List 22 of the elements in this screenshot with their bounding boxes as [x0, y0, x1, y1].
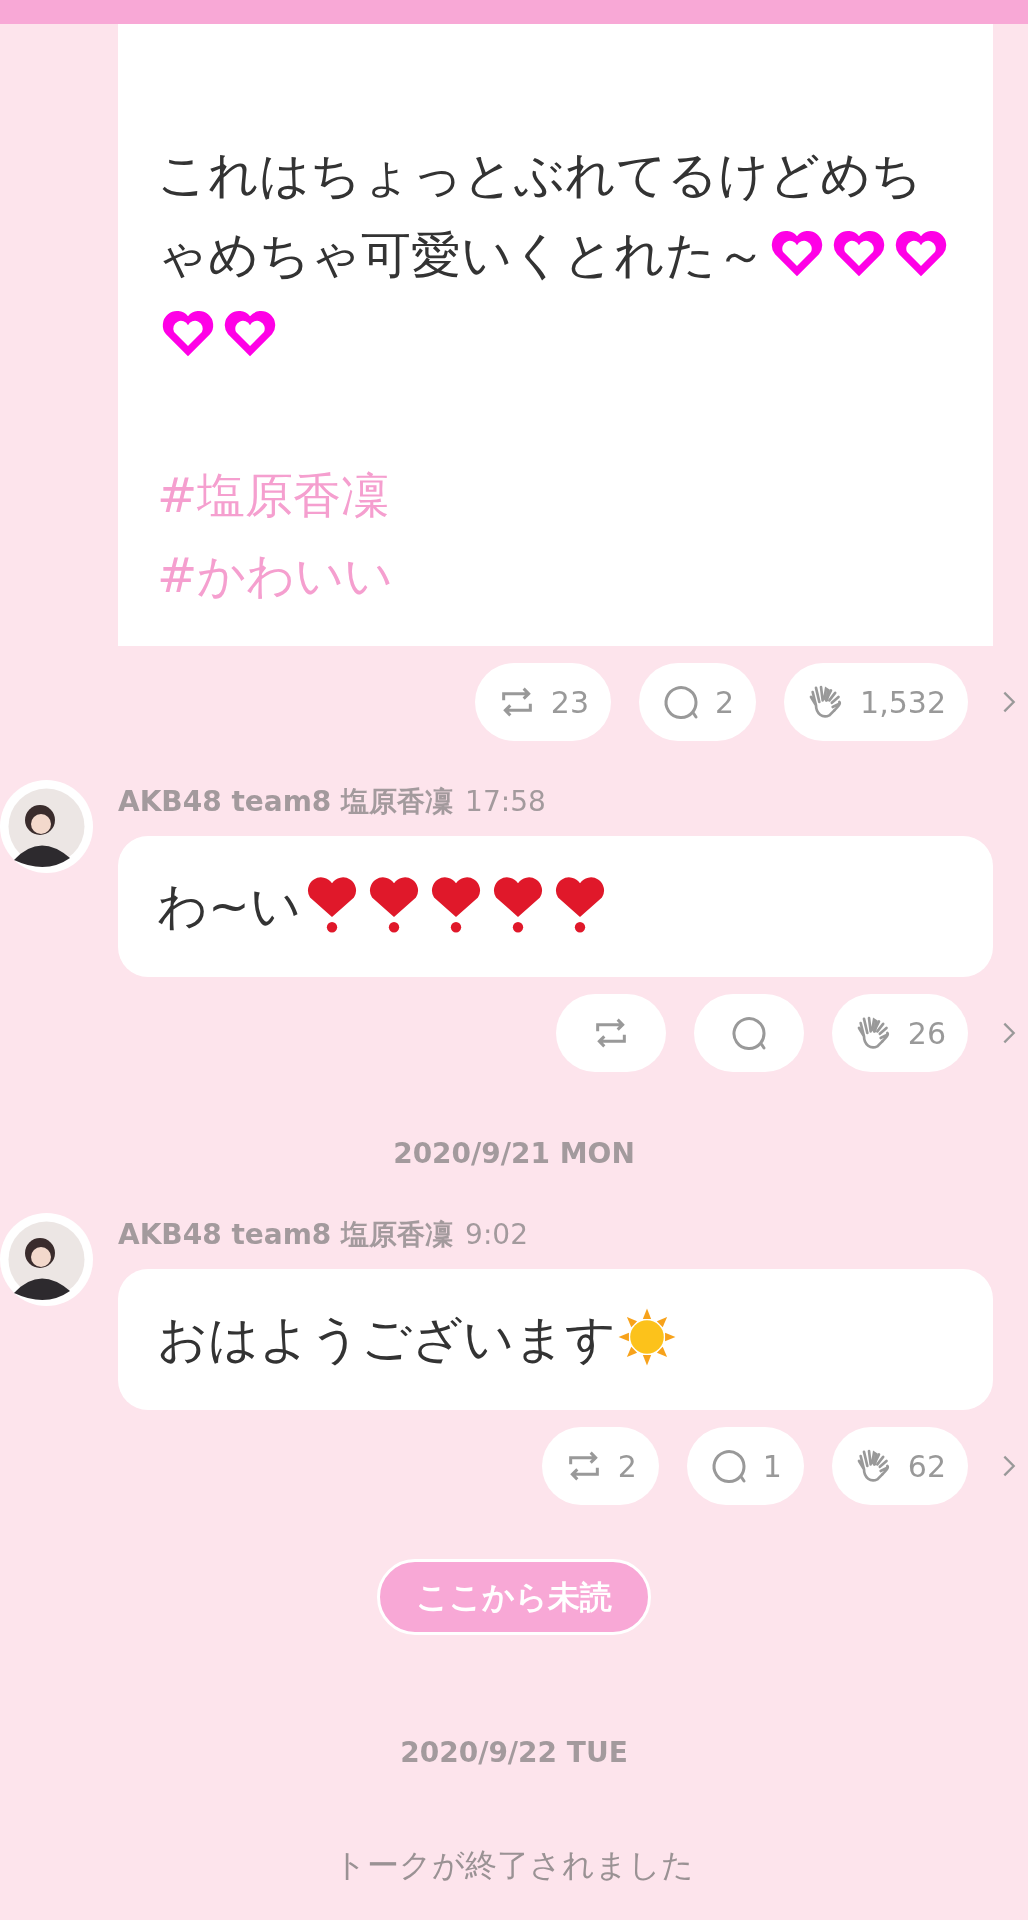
- hashtag-link[interactable]: #かわいい: [157, 535, 394, 615]
- hashtag-link[interactable]: #塩原香凜: [157, 455, 390, 535]
- message-text: わ~い: [157, 866, 954, 946]
- comment-button[interactable]: 1: [686, 1427, 804, 1505]
- repost-button[interactable]: 23: [474, 663, 611, 741]
- timestamp: 9:02: [465, 1218, 528, 1252]
- unread-marker: ここから未読: [377, 1559, 651, 1635]
- date-separator: 2020/9/21 MON: [392, 1136, 636, 1172]
- comment-button[interactable]: 2: [639, 663, 757, 741]
- repost-button[interactable]: 2: [541, 1427, 659, 1505]
- timestamp: 17:58: [465, 785, 546, 819]
- clap-button[interactable]: 26: [831, 994, 968, 1072]
- clap-button[interactable]: 62: [831, 1427, 968, 1505]
- date-separator: 2020/9/22 TUE: [399, 1735, 629, 1771]
- avatar[interactable]: [0, 780, 93, 873]
- message-text: これはちょっとぶれてるけどめちゃめちゃ可愛いくとれた～: [157, 135, 953, 375]
- author-name: AKB48 team8 塩原香凜: [118, 785, 454, 819]
- clap-button[interactable]: 1,532: [784, 663, 968, 741]
- author-name: AKB48 team8 塩原香凜: [118, 1218, 454, 1252]
- message-text: おはようございます: [157, 1299, 954, 1379]
- avatar[interactable]: [0, 1213, 93, 1306]
- talk-ended-notice: トークが終了されました: [333, 1845, 695, 1885]
